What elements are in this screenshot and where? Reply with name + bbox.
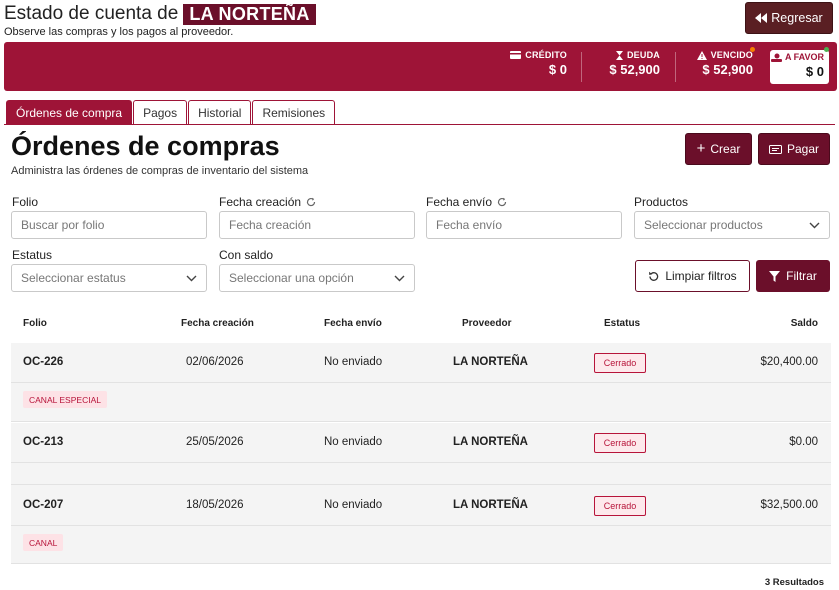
hourglass-icon [615,50,623,60]
chevron-down-icon [809,222,820,228]
rewind-icon [755,13,768,23]
tab-bar: Órdenes de compra Pagos Historial Remisi… [6,100,336,125]
chevron-down-icon [394,275,405,281]
channel-tag: CANAL ESPECIAL [23,391,107,408]
status-badge: Cerrado [594,496,646,516]
tab-underline [4,124,835,125]
back-button-label: Regresar [771,11,823,25]
cell-proveedor: LA NORTEÑA [453,356,528,368]
fecha-envio-label: Fecha envío [426,195,507,209]
fecha-creacion-label: Fecha creación [219,195,316,209]
section-title: Órdenes de compras [11,131,280,161]
filter-button-label: Filtrar [786,269,817,283]
row-divider [11,563,831,564]
column-header-saldo[interactable]: Saldo [791,318,818,329]
productos-label: Productos [634,195,689,209]
supplier-name: LA NORTEÑA [183,3,316,25]
cell-saldo: $32,500.00 [760,499,818,511]
stat-a-favor-label: A FAVOR [784,52,824,62]
row-divider [11,525,831,526]
estatus-select[interactable]: Seleccionar estatus [11,264,207,292]
back-button[interactable]: Regresar [745,2,833,34]
page-title: Estado de cuenta de LA NORTEÑA [4,3,316,25]
channel-tag: CANAL [23,534,64,551]
stat-a-favor-value: $ 0 [805,64,824,79]
column-header-fecha-creacion[interactable]: Fecha creación [181,318,254,329]
estatus-label: Estatus [12,248,53,262]
stat-deuda: DEUDA $ 52,900 [609,50,660,77]
cell-folio[interactable]: OC-226 [23,356,63,368]
cell-fecha-creacion: 18/05/2026 [186,499,244,511]
tab-ordenes-de-compra[interactable]: Órdenes de compra [6,100,133,125]
stat-credito: CRÉDITO $ 0 [510,50,567,77]
cell-fecha-envio: No enviado [324,436,383,448]
cell-fecha-creacion: 25/05/2026 [186,436,244,448]
column-header-estatus[interactable]: Estatus [604,318,640,329]
row-divider [11,421,831,422]
con-saldo-select[interactable]: Seleccionar una opción [219,264,415,292]
results-count: 3 Resultados [764,577,824,588]
overdue-indicator-dot [750,47,755,52]
cell-folio[interactable]: OC-213 [23,436,63,448]
cell-fecha-envio: No enviado [324,499,383,511]
filter-button[interactable]: Filtrar [756,260,830,292]
con-saldo-label: Con saldo [219,248,274,262]
account-summary-bar: CRÉDITO $ 0 DEUDA $ 52,900 VENCIDO $ 52,… [4,42,837,91]
folio-input[interactable]: Buscar por folio [11,211,207,239]
column-header-fecha-envio[interactable]: Fecha envío [324,318,382,329]
cell-proveedor: LA NORTEÑA [453,436,528,448]
stat-vencido-value: $ 52,900 [702,62,753,77]
cell-fecha-envio: No enviado [324,356,383,368]
stat-deuda-value: $ 52,900 [609,62,660,77]
stat-deuda-label: DEUDA [626,50,660,60]
credit-card-icon [510,51,522,59]
section-subtitle: Administra las órdenes de compras de inv… [11,165,309,177]
column-header-proveedor[interactable]: Proveedor [462,318,511,329]
productos-select[interactable]: Seleccionar productos [634,211,830,239]
row-divider [11,462,831,463]
divider [581,52,582,82]
balance-indicator-dot [824,47,829,52]
page-subtitle: Observe las compras y los pagos al prove… [4,26,234,38]
status-badge: Cerrado [594,433,646,453]
stat-vencido: VENCIDO $ 52,900 [696,50,753,77]
fecha-creacion-input[interactable]: Fecha creación [219,211,415,239]
tab-historial[interactable]: Historial [188,100,252,125]
divider [675,52,676,82]
warning-icon [696,50,707,60]
create-button-label: Crear [710,142,741,156]
folio-label: Folio [12,195,39,209]
cell-saldo: $0.00 [789,436,818,448]
undo-icon [649,271,659,281]
tab-pagos[interactable]: Pagos [133,100,188,125]
stat-vencido-label: VENCIDO [710,50,753,60]
plus-icon: + [696,140,706,157]
fecha-envio-input[interactable]: Fecha envío [426,211,622,239]
stat-a-favor: A FAVOR $ 0 [770,50,829,84]
row-divider [11,382,831,383]
column-header-folio[interactable]: Folio [23,318,47,329]
clear-filters-button[interactable]: Limpiar filtros [635,260,750,292]
tab-remisiones[interactable]: Remisiones [252,100,336,125]
chevron-down-icon [186,275,197,281]
cell-saldo: $20,400.00 [760,356,818,368]
refresh-icon[interactable] [497,197,507,207]
money-card-icon [768,144,782,154]
clear-filters-label: Limpiar filtros [665,269,737,283]
hand-money-icon [770,53,782,62]
cell-fecha-creacion: 02/06/2026 [186,356,244,368]
status-badge: Cerrado [594,353,646,373]
cell-proveedor: LA NORTEÑA [453,499,528,511]
cell-folio[interactable]: OC-207 [23,499,63,511]
pay-button[interactable]: Pagar [758,133,830,165]
table-row[interactable] [11,423,831,484]
stat-credito-label: CRÉDITO [525,50,567,60]
page-title-prefix: Estado de cuenta de [4,3,179,24]
pay-button-label: Pagar [786,142,820,156]
filter-icon [769,270,781,282]
stat-credito-value: $ 0 [548,62,567,77]
refresh-icon[interactable] [306,197,316,207]
create-button[interactable]: + Crear [685,133,752,165]
page-header: Estado de cuenta de LA NORTEÑA Observe l… [4,3,316,38]
